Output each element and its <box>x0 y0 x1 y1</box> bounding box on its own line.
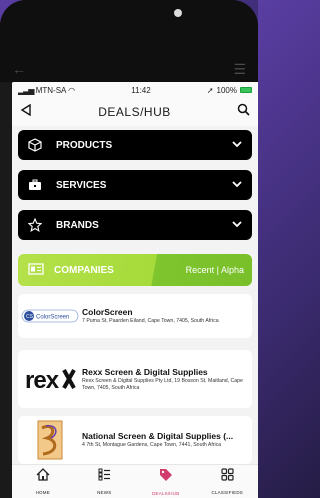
nav-home[interactable]: HOME <box>13 465 73 495</box>
companies-bar[interactable]: COMPANIES Recent | Alpha <box>18 254 252 286</box>
star-icon <box>28 218 48 232</box>
menu-services[interactable]: SERVICES <box>18 170 252 200</box>
clock: 11:42 <box>131 85 151 95</box>
grid-icon <box>221 468 234 486</box>
company-logo: rex <box>18 366 82 392</box>
menu-brands[interactable]: BRANDS <box>18 210 252 240</box>
bottom-nav: HOME NEWS DEALS/HUB CLASSIFIEDS <box>12 464 258 498</box>
companies-label: COMPANIES <box>54 264 114 276</box>
camera-dot <box>174 9 182 17</box>
browser-back-icon[interactable]: ← <box>12 61 26 77</box>
carrier-label: ▂▃▅ MTN-SA ◠ <box>18 85 76 95</box>
status-bar: ▂▃▅ MTN-SA ◠ 11:42 ➚ 100% <box>12 82 258 98</box>
svg-text:CS: CS <box>26 314 34 320</box>
company-name: ColorScreen <box>82 307 133 318</box>
toolbox-icon <box>28 179 48 191</box>
menu-services-label: SERVICES <box>56 179 107 191</box>
search-icon[interactable] <box>237 103 250 121</box>
back-triangle-icon[interactable] <box>20 103 32 121</box>
battery-level: 100% <box>216 85 237 95</box>
page-title: DEALS/HUB <box>98 105 171 119</box>
company-name: Rexx Screen & Digital Supplies <box>82 367 208 377</box>
svg-text:rex: rex <box>25 367 60 392</box>
company-card[interactable]: CS ColorScreen ColorScreen 7 Puma St, Pa… <box>18 294 252 338</box>
company-address: Rexx Screen & Digital Supplies Pty Ltd, … <box>82 378 243 391</box>
company-card[interactable]: rex Rexx Screen & Digital Supplies Rexx … <box>18 350 252 408</box>
id-card-icon <box>28 262 46 278</box>
company-logo: CS ColorScreen <box>18 308 82 324</box>
nav-news[interactable]: NEWS <box>74 465 134 495</box>
nav-news-label: NEWS <box>97 490 112 495</box>
home-icon <box>36 468 50 486</box>
nav-classifieds-label: CLASSIFIEDS <box>211 490 243 495</box>
menu-products-label: PRODUCTS <box>56 139 113 151</box>
company-name: National Screen & Digital Supplies (... <box>82 431 234 442</box>
company-address: 7 Puma St, Paarden Eiland, Cape Town, 74… <box>82 318 219 325</box>
chevron-down-icon <box>228 220 242 231</box>
browser-menu-icon[interactable]: ☰ <box>233 61 246 78</box>
nav-deals-hub[interactable]: DEALS/HUB <box>136 465 196 496</box>
chevron-down-icon <box>228 140 242 151</box>
news-icon <box>98 468 111 486</box>
tag-icon <box>159 468 173 487</box>
menu-brands-label: BRANDS <box>56 219 99 231</box>
svg-text:ColorScreen: ColorScreen <box>36 315 69 321</box>
cube-icon <box>28 138 48 152</box>
nav-deals-hub-label: DEALS/HUB <box>152 491 180 496</box>
company-address: 4 7th St, Montague Gardens, Cape Town, 7… <box>82 442 222 449</box>
phone-frame: ← ☰ ▂▃▅ MTN-SA ◠ 11:42 ➚ 100% DEALS/HUB <box>0 0 258 498</box>
company-logo <box>18 420 82 460</box>
nav-home-label: HOME <box>35 490 50 495</box>
browser-bar: ← ☰ <box>12 60 246 78</box>
battery-icon <box>240 87 252 93</box>
sort-toggle[interactable]: Recent | Alpha <box>186 265 244 275</box>
company-card[interactable]: National Screen & Digital Supplies (... … <box>18 416 252 464</box>
battery-group: ➚ 100% <box>207 86 252 95</box>
app-screen: ▂▃▅ MTN-SA ◠ 11:42 ➚ 100% DEALS/HUB PROD… <box>12 82 258 498</box>
app-header: DEALS/HUB <box>12 98 258 126</box>
nav-classifieds[interactable]: CLASSIFIEDS <box>197 465 257 495</box>
menu-products[interactable]: PRODUCTS <box>18 130 252 160</box>
chevron-down-icon <box>228 180 242 191</box>
